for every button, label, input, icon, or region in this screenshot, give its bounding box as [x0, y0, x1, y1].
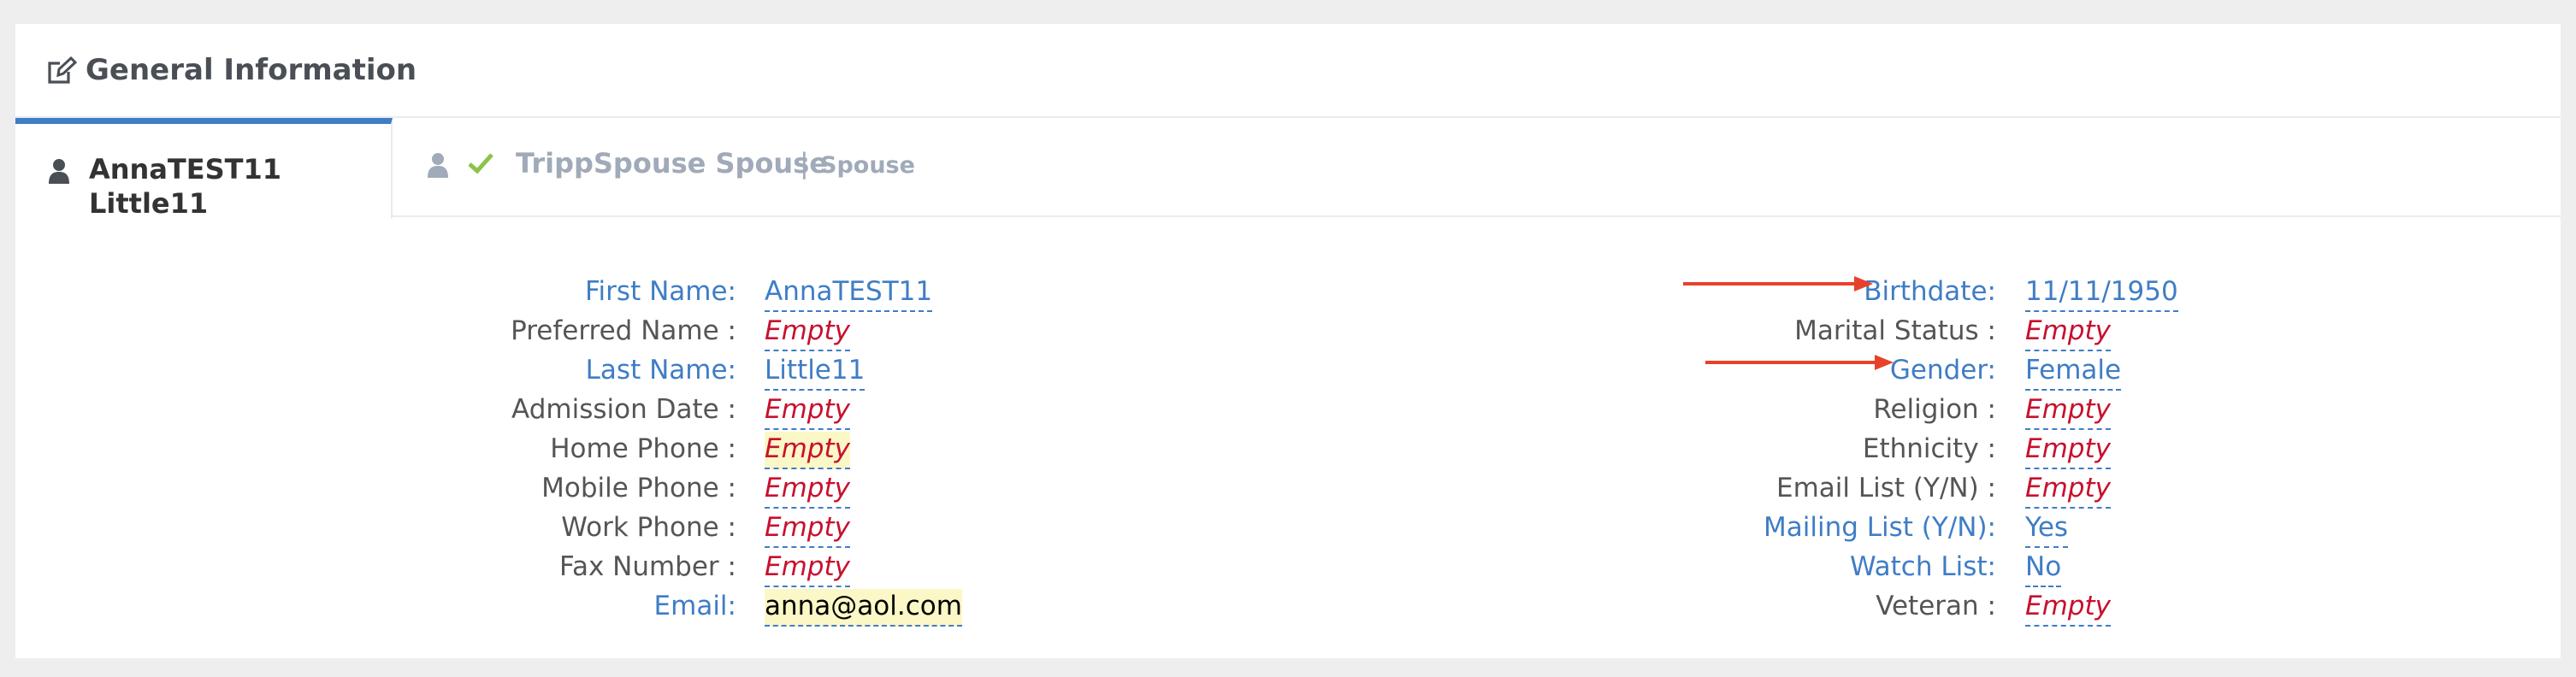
email-list-yn-value[interactable]: Empty — [2025, 471, 2111, 509]
label-text: Religion — [1873, 394, 1979, 425]
check-icon — [468, 152, 493, 174]
tab-separator: | — [800, 147, 809, 180]
tab-label: TrippSpouse Spouse — [516, 147, 828, 180]
field-row-birthdate: Birthdate: 11/11/1950 — [15, 272, 2561, 312]
email-list-yn-label: Email List (Y/N) : — [1776, 468, 1996, 508]
mailing-list-yn-label[interactable]: Mailing List (Y/N): — [1764, 508, 1996, 547]
religion-value[interactable]: Empty — [2025, 392, 2111, 430]
label-suffix: : — [1987, 551, 1996, 582]
general-information-panel: General Information AnnaTEST11 Little11 — [15, 24, 2561, 658]
panel-header: General Information — [15, 24, 2561, 118]
label-suffix: : — [1987, 355, 1996, 386]
field-row-ethnicity: Ethnicity : Empty — [15, 429, 2561, 469]
label-suffix: : — [1987, 512, 1996, 543]
field-row-veteran: Veteran : Empty — [15, 586, 2561, 627]
user-icon — [48, 158, 70, 184]
tab-role: Spouse — [820, 152, 915, 179]
label-text: Email List (Y/N) — [1776, 473, 1979, 503]
label-text: Marital Status — [1794, 315, 1979, 346]
user-icon — [427, 152, 449, 178]
veteran-label: Veteran : — [1876, 586, 1996, 626]
label-suffix: : — [1978, 433, 1996, 464]
label-suffix: : — [1978, 394, 1996, 425]
arrow-gender-annotation — [1705, 354, 1894, 371]
religion-label: Religion : — [1873, 390, 1996, 429]
label-text: Veteran — [1876, 591, 1979, 621]
label-text: Birthdate — [1864, 276, 1988, 307]
tab-spouse-contact[interactable]: TrippSpouse Spouse | Spouse — [393, 118, 991, 217]
contact-tabs: AnnaTEST11 Little11 TrippSpouse Spouse |… — [15, 118, 2561, 220]
gender-label[interactable]: Gender: — [1890, 350, 1996, 390]
ethnicity-value[interactable]: Empty — [2025, 432, 2111, 469]
arrow-birthdate-annotation — [1683, 275, 1873, 292]
tab-label: AnnaTEST11 Little11 — [89, 153, 282, 220]
field-row-email-list-yn: Email List (Y/N) : Empty — [15, 468, 2561, 509]
marital-status-label: Marital Status : — [1794, 311, 1996, 350]
label-suffix: : — [1987, 276, 1996, 307]
label-suffix: : — [1978, 315, 1996, 346]
edit-icon — [46, 56, 78, 85]
veteran-value[interactable]: Empty — [2025, 589, 2111, 627]
label-text: Ethnicity — [1862, 433, 1979, 464]
birthdate-label[interactable]: Birthdate: — [1864, 272, 1996, 311]
field-row-watch-list: Watch List: No — [15, 547, 2561, 587]
field-row-marital-status: Marital Status : Empty — [15, 311, 2561, 351]
birthdate-value[interactable]: 11/11/1950 — [2025, 274, 2178, 312]
tab-primary-contact[interactable]: AnnaTEST11 Little11 — [15, 118, 393, 220]
gender-value[interactable]: Female — [2025, 353, 2122, 391]
panel-title: General Information — [86, 53, 417, 87]
field-row-mailing-list-yn: Mailing List (Y/N): Yes — [15, 508, 2561, 548]
field-row-religion: Religion : Empty — [15, 390, 2561, 430]
ethnicity-label: Ethnicity : — [1863, 429, 1996, 468]
marital-status-value[interactable]: Empty — [2025, 314, 2111, 351]
field-row-gender: Gender: Female — [15, 350, 2561, 391]
label-suffix: : — [1978, 473, 1996, 503]
watch-list-label[interactable]: Watch List: — [1850, 547, 1996, 586]
label-suffix: : — [1978, 591, 1996, 621]
label-text: Gender — [1889, 355, 1988, 386]
label-text: Mailing List (Y/N) — [1763, 512, 1988, 543]
watch-list-value[interactable]: No — [2025, 550, 2062, 587]
mailing-list-yn-value[interactable]: Yes — [2025, 510, 2069, 548]
label-text: Watch List — [1849, 551, 1988, 582]
